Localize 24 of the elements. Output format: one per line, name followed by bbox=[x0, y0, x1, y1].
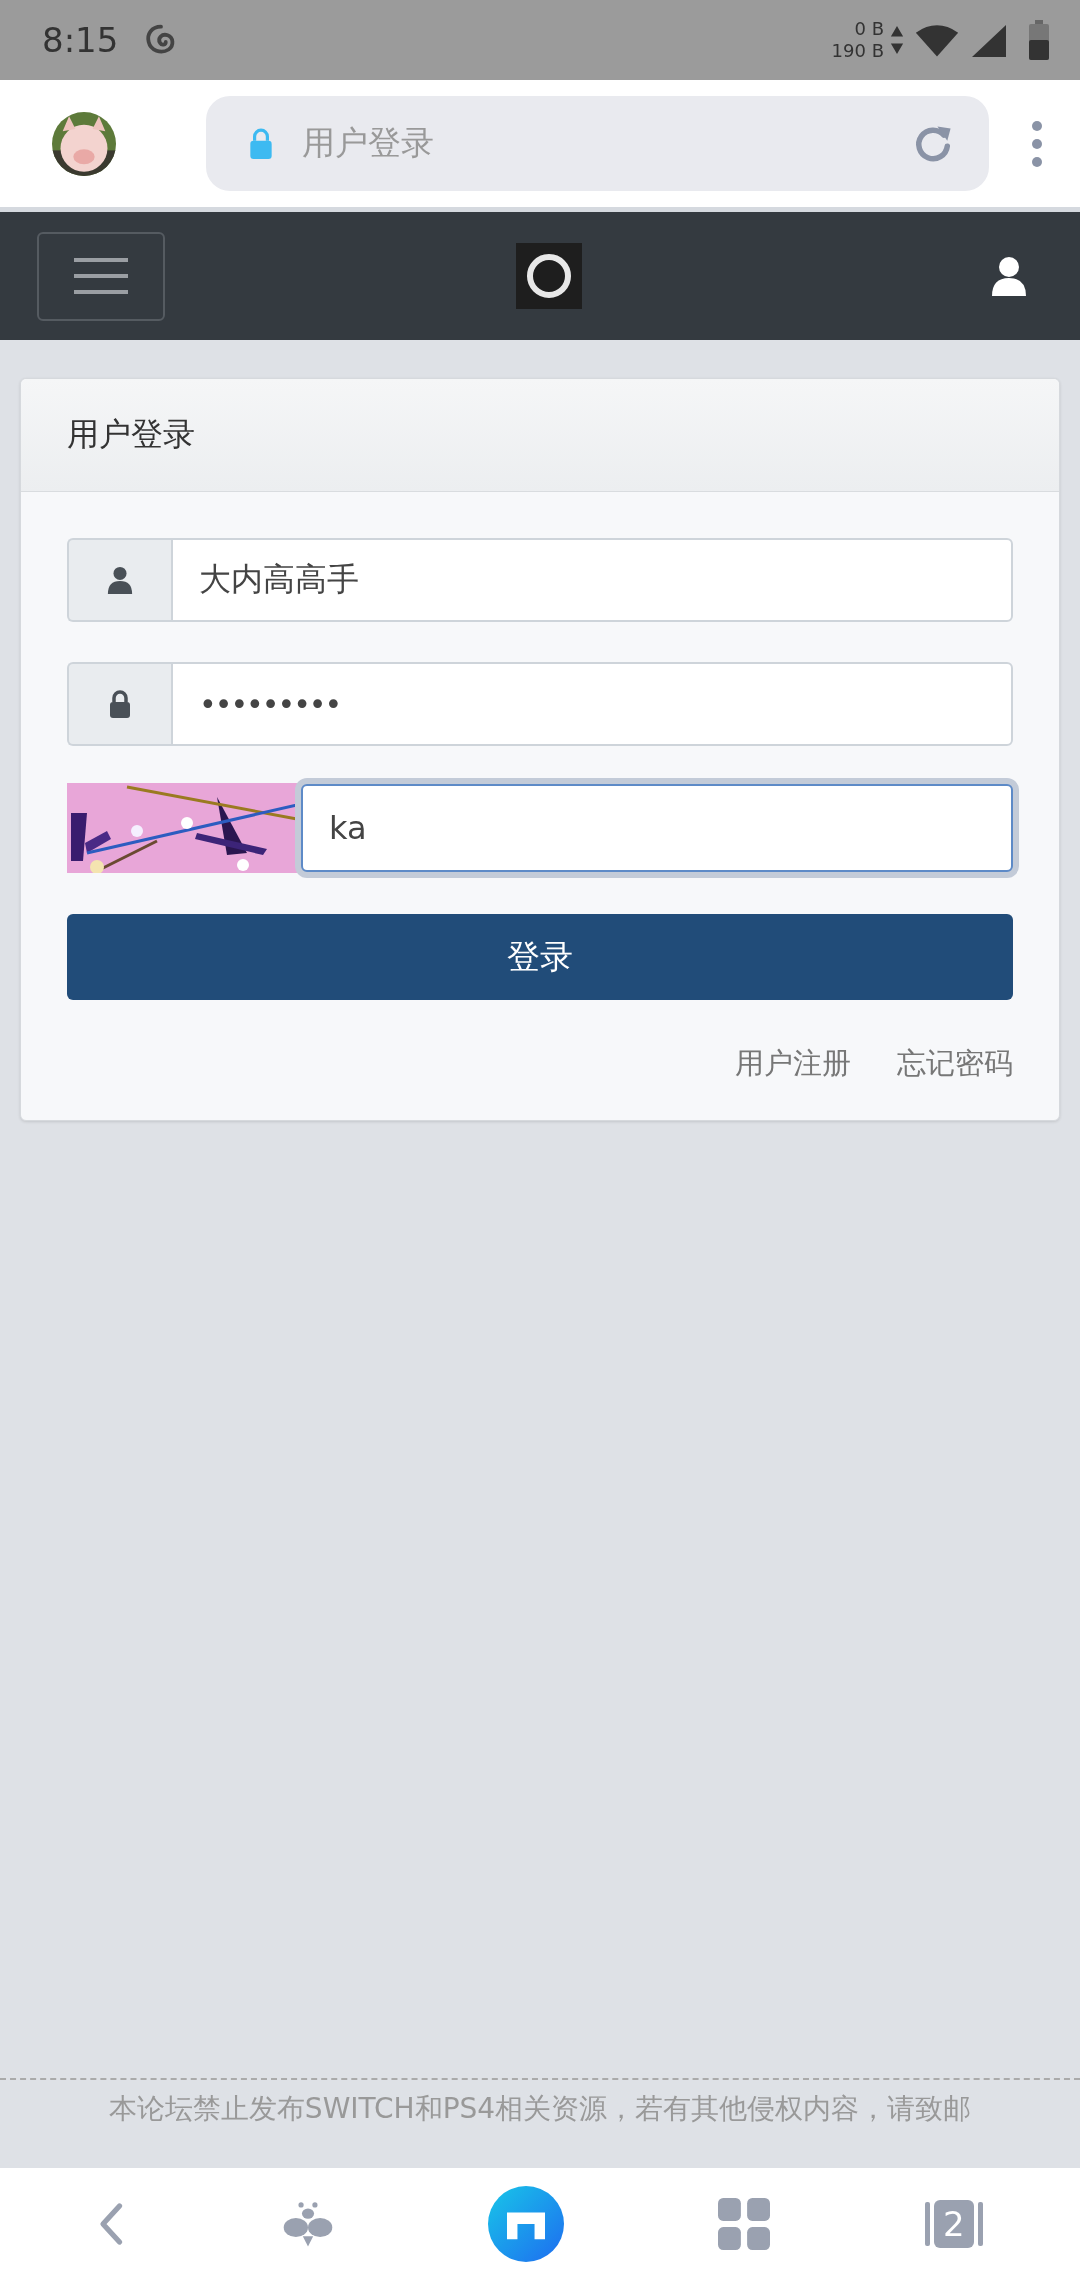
lock-icon bbox=[108, 689, 132, 719]
battery-icon bbox=[1028, 20, 1050, 60]
captcha-field[interactable]: ka bbox=[301, 784, 1013, 872]
home-logo-icon[interactable] bbox=[487, 2186, 564, 2262]
clock: 8:15 bbox=[42, 20, 119, 60]
lock-icon bbox=[248, 127, 274, 160]
login-button[interactable]: 登录 bbox=[67, 914, 1013, 1000]
user-icon bbox=[106, 565, 134, 595]
upload-speed: 0 B bbox=[854, 18, 884, 40]
menu-icon bbox=[74, 256, 128, 296]
text-link[interactable]: 忘记密码 bbox=[897, 1044, 1013, 1084]
menu-button[interactable] bbox=[37, 231, 165, 321]
menu-icon[interactable] bbox=[1030, 119, 1044, 168]
ring-logo-icon[interactable] bbox=[516, 243, 582, 309]
username-field[interactable]: 大内高高手 bbox=[171, 538, 1013, 622]
download-speed: 190 B bbox=[831, 40, 884, 62]
user-icon[interactable] bbox=[990, 256, 1028, 296]
text-link[interactable]: 用户注册 bbox=[735, 1044, 851, 1084]
signal-icon bbox=[970, 23, 1008, 57]
wifi-icon bbox=[914, 23, 960, 57]
footer-notice: 本论坛禁止发布SWITCH和PS4相关资源，若有其他侵权内容，请致邮 bbox=[108, 2091, 972, 2127]
card-title: 用户登录 bbox=[67, 414, 195, 455]
grid-icon[interactable] bbox=[718, 2198, 771, 2250]
password-field[interactable]: ••••••••• bbox=[171, 662, 1013, 746]
